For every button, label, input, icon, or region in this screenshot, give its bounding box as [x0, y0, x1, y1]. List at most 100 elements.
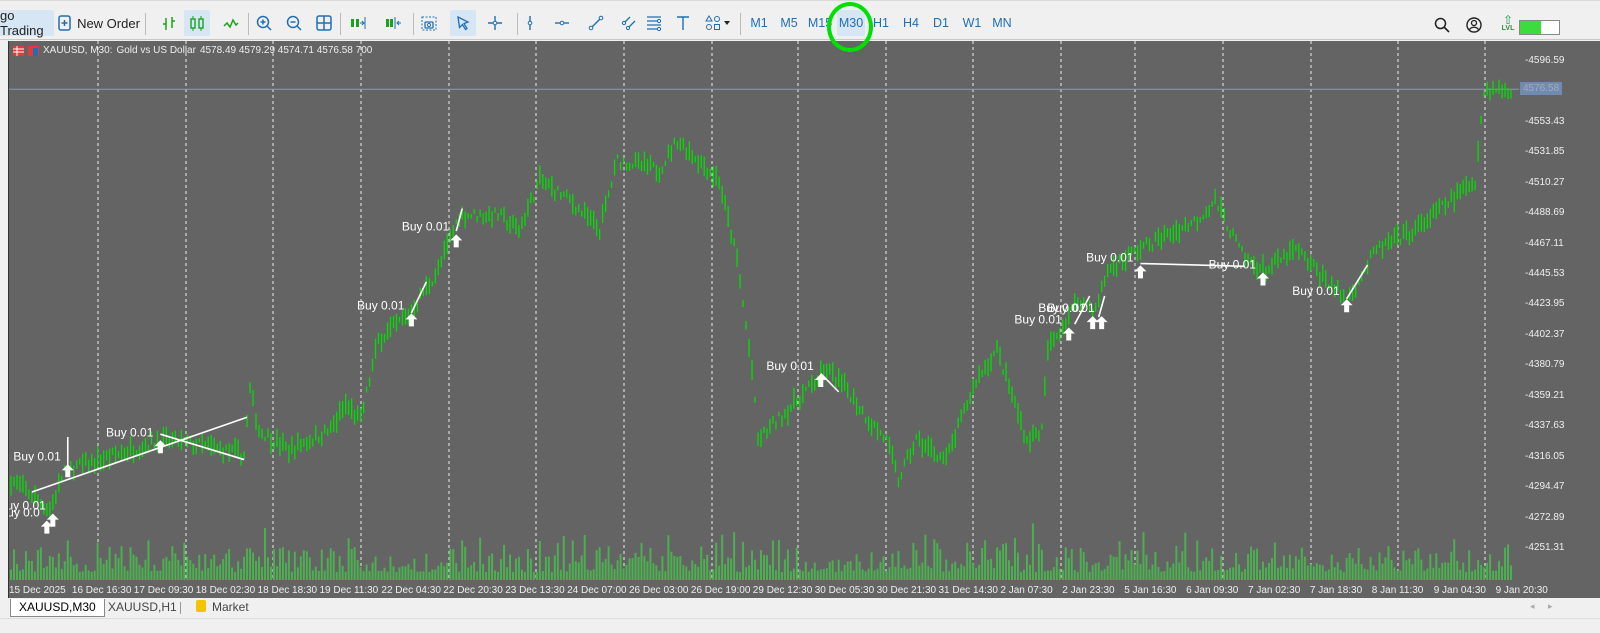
- time-axis-label: 17 Dec 09:30: [133, 585, 194, 596]
- time-axis-label: 30 Dec 05:30: [814, 585, 875, 596]
- chart-window[interactable]: Buy 0.01 Buy 0.01 Buy 0.0 Buy 0.01 Buy 0.01 B…: [8, 41, 1600, 598]
- new-order-button[interactable]: New Order: [58, 10, 140, 36]
- buy-arrow-icon: [61, 464, 74, 478]
- account-icon[interactable]: [1466, 17, 1482, 33]
- time-axis-label: 26 Dec 03:00: [629, 585, 689, 596]
- time-axis-label: 6 Jan 09:30: [1186, 585, 1239, 596]
- time-axis-label: 23 Dec 13:30: [505, 585, 565, 596]
- text-icon[interactable]: [670, 10, 696, 36]
- algo-trading-button[interactable]: go Trading: [0, 8, 54, 38]
- buy-arrow-icon: [450, 234, 463, 248]
- trade-label: Buy 0.01: [1292, 284, 1340, 298]
- price-axis-label: -4445.53: [1525, 268, 1565, 280]
- trade-label: Buy 0.01: [13, 449, 61, 463]
- time-axis-label: 31 Dec 14:30: [938, 585, 999, 596]
- signal-strength-bar: [1519, 20, 1560, 35]
- price-axis-label: -4531.85: [1525, 146, 1565, 158]
- price-axis-label: -4251.31: [1525, 541, 1565, 553]
- chart-type-icon: [13, 45, 39, 56]
- timeframe-mn[interactable]: MN: [988, 10, 1016, 36]
- horizontal-line-icon[interactable]: [549, 10, 575, 36]
- price-axis-label: -4337.63: [1525, 420, 1565, 432]
- chart-header: XAUUSD, M30: Gold vs US Dollar 4578.49 4…: [13, 45, 372, 56]
- buy-arrow-icon: [1134, 265, 1147, 279]
- chart-tabs: XAUUSD,M30 XAUUSD,H1 Market ◂ ▸: [0, 598, 1600, 618]
- trade-line: [410, 281, 428, 314]
- trade-label: Buy 0.01: [106, 425, 154, 439]
- zoom-in-icon[interactable]: [251, 10, 277, 36]
- trade-label: Buy 0.01: [1086, 250, 1134, 264]
- time-axis-label: 22 Dec 04:30: [381, 585, 441, 596]
- trade-label: Buy 0.01: [1047, 301, 1095, 315]
- autoscroll-icon[interactable]: [380, 10, 406, 36]
- time-axis-label: 15 Dec 2025: [9, 585, 66, 596]
- cursor-icon[interactable]: [450, 10, 476, 36]
- buy-arrow-icon: [154, 440, 167, 454]
- time-axis-label: 2 Jan 23:30: [1062, 585, 1115, 596]
- time-axis-label: 29 Dec 12:30: [752, 585, 813, 596]
- time-axis-label: 5 Jan 16:30: [1124, 585, 1177, 596]
- tile-windows-icon[interactable]: [311, 10, 337, 36]
- trade-label: Buy 0.01: [357, 298, 405, 312]
- candlestick-icon[interactable]: [184, 10, 210, 36]
- time-axis-label: 9 Jan 20:30: [1495, 585, 1548, 596]
- zoom-out-icon[interactable]: [281, 10, 307, 36]
- time-axis-label: 18 Dec 02:30: [195, 585, 256, 596]
- shapes-icon[interactable]: [701, 10, 735, 36]
- timeframe-w1[interactable]: W1: [958, 10, 986, 36]
- timeframe-h4[interactable]: H4: [897, 10, 925, 36]
- buy-arrow-icon: [1086, 316, 1099, 330]
- price-chart[interactable]: Buy 0.01 Buy 0.01 Buy 0.0 Buy 0.01 Buy 0.01 B…: [9, 41, 1600, 598]
- trade-label: Buy 0.01: [1209, 257, 1257, 271]
- price-axis-label: -4553.43: [1525, 115, 1565, 127]
- status-area: [0, 618, 1600, 633]
- price-axis-label: -4294.47: [1525, 481, 1565, 493]
- channel-icon[interactable]: [616, 10, 642, 36]
- tab-xauusd-m30[interactable]: XAUUSD,M30: [10, 599, 105, 617]
- time-axis-label: 22 Dec 20:30: [443, 585, 503, 596]
- tab-xauusd-h1[interactable]: XAUUSD,H1: [100, 599, 185, 617]
- tab-market[interactable]: Market: [188, 599, 257, 617]
- scroll-left-icon[interactable]: ◂: [1530, 601, 1535, 612]
- price-axis-label: -4423.95: [1525, 298, 1565, 310]
- buy-arrow-icon: [814, 374, 827, 388]
- vertical-line-icon[interactable]: [517, 10, 543, 36]
- chart-shift-icon[interactable]: [345, 10, 371, 36]
- buy-arrow-icon: [1062, 327, 1075, 341]
- fibonacci-icon[interactable]: [641, 10, 667, 36]
- current-price-label: 4576.58: [1520, 82, 1563, 96]
- timeframe-m1[interactable]: M1: [745, 10, 773, 36]
- price-axis-label: -4380.79: [1525, 359, 1565, 371]
- search-icon[interactable]: [1434, 17, 1450, 33]
- time-axis-label: 26 Dec 19:00: [690, 585, 751, 596]
- time-axis-label: 9 Jan 04:30: [1433, 585, 1486, 596]
- trendline-icon[interactable]: [583, 10, 609, 36]
- time-axis-label: 7 Jan 02:30: [1248, 585, 1301, 596]
- buy-arrow-icon: [1095, 316, 1108, 330]
- time-axis-label: 18 Dec 18:30: [257, 585, 318, 596]
- time-axis-label: 7 Jan 18:30: [1309, 585, 1363, 596]
- timeframe-d1[interactable]: D1: [927, 10, 955, 36]
- trade-line: [1097, 295, 1106, 318]
- trade-label: Buy 0.01: [766, 359, 814, 373]
- price-axis-label: -4596.59: [1525, 55, 1565, 66]
- toolbar: go Trading New Order M1 M5 M15 M30 H1 H4 D1 W1 M…: [0, 0, 1600, 40]
- crosshair-icon[interactable]: [482, 10, 508, 36]
- timeframe-m5[interactable]: M5: [775, 10, 803, 36]
- lvl-icon[interactable]: ⇧ LVL: [1500, 14, 1516, 32]
- price-axis-label: -4359.21: [1525, 389, 1565, 401]
- price-axis-label: -4510.27: [1525, 176, 1565, 188]
- trade-label: Buy 0.0: [9, 506, 40, 520]
- scroll-right-icon[interactable]: ▸: [1548, 601, 1553, 612]
- trade-line: [455, 208, 463, 232]
- price-axis-label: -4488.69: [1525, 207, 1565, 219]
- screenshot-icon[interactable]: [416, 10, 442, 36]
- time-axis-label: 24 Dec 07:00: [567, 585, 627, 596]
- time-axis-label: 2 Jan 07:30: [1000, 585, 1053, 596]
- buy-arrow-icon: [1256, 272, 1269, 286]
- line-chart-icon[interactable]: [218, 10, 244, 36]
- buy-arrow-icon: [1340, 299, 1353, 313]
- time-axis-label: 8 Jan 11:30: [1371, 585, 1424, 596]
- trade-line: [1345, 264, 1369, 300]
- bar-chart-icon[interactable]: [156, 10, 182, 36]
